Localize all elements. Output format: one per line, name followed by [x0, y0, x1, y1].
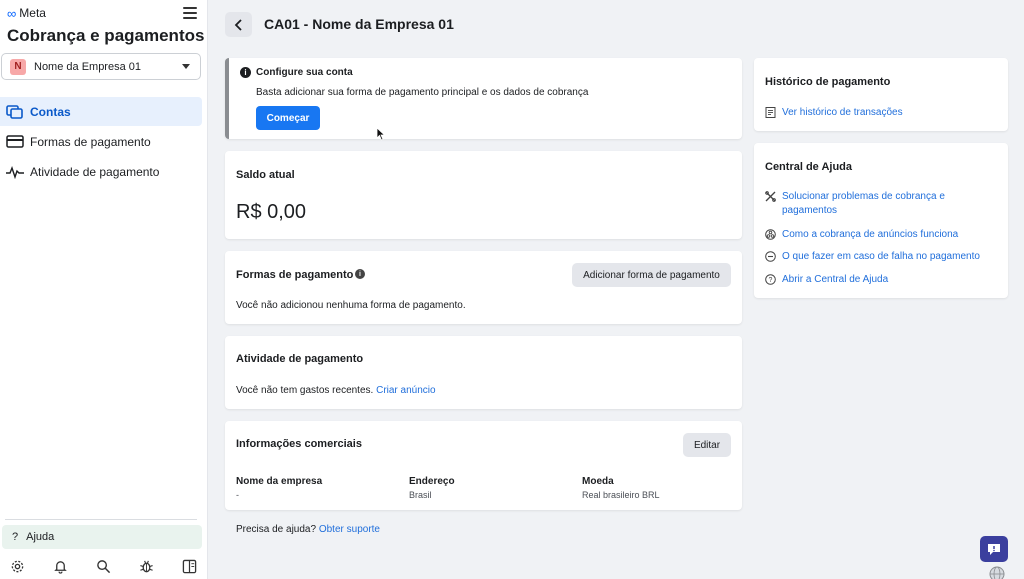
- balance-amount: R$ 0,00: [236, 201, 307, 223]
- activity-empty-text: Você não tem gastos recentes.: [236, 385, 374, 396]
- bug-icon[interactable]: [137, 557, 155, 575]
- add-payment-method-button[interactable]: Adicionar forma de pagamento: [572, 263, 731, 287]
- sidebar-item-label: Formas de pagamento: [30, 134, 151, 149]
- credit-card-icon: [6, 135, 24, 149]
- sidebar-item-formas-de-pagamento[interactable]: Formas de pagamento: [0, 127, 202, 156]
- tools-icon: [765, 191, 776, 202]
- link-label: Abrir a Central de Ajuda: [782, 274, 889, 285]
- balance-title: Saldo atual: [236, 169, 295, 181]
- gear-icon[interactable]: [8, 557, 26, 575]
- sidebar-item-label: Atividade de pagamento: [30, 164, 160, 179]
- sidebar-bottom-icons: [8, 557, 198, 575]
- svg-text:?: ?: [769, 277, 773, 284]
- help-link-troubleshoot[interactable]: Solucionar problemas de cobrança e pagam…: [765, 190, 965, 218]
- activity-empty-row: Você não tem gastos recentes. Criar anún…: [236, 385, 436, 396]
- sidebar-top-row: ∞ Meta: [7, 5, 197, 21]
- payment-activity-card: Atividade de pagamento Você não tem gast…: [225, 336, 742, 409]
- meta-brand-text: Meta: [19, 6, 46, 20]
- payment-methods-title: Formas de pagamento: [236, 269, 354, 281]
- edit-button[interactable]: Editar: [683, 433, 731, 457]
- payment-methods-empty: Você não adicionou nenhuma forma de paga…: [236, 300, 466, 311]
- setup-title: Configure sua conta: [256, 67, 353, 78]
- network-icon: [765, 229, 776, 240]
- help-button[interactable]: ? Ajuda: [2, 525, 202, 549]
- get-support-link[interactable]: Obter suporte: [319, 524, 380, 535]
- link-label: O que fazer em caso de falha no pagament…: [782, 251, 980, 262]
- chevron-down-icon: [182, 64, 190, 69]
- setup-account-card: i Configure sua conta Basta adicionar su…: [225, 58, 742, 139]
- page-title: CA01 - Nome da Empresa 01: [264, 16, 454, 32]
- question-circle-icon: ?: [765, 274, 776, 285]
- info-icon: i: [240, 67, 251, 78]
- panel-toggle-icon[interactable]: [180, 557, 198, 575]
- help-label: Ajuda: [26, 531, 55, 543]
- support-row: Precisa de ajuda? Obter suporte: [236, 524, 380, 535]
- menu-icon[interactable]: [183, 7, 197, 19]
- meta-logo[interactable]: ∞ Meta: [7, 6, 46, 21]
- chat-icon[interactable]: [980, 536, 1008, 562]
- transaction-history-link[interactable]: Ver histórico de transações: [765, 106, 903, 120]
- help-link-open-help-center[interactable]: ? Abrir a Central de Ajuda: [765, 273, 888, 287]
- company-avatar: N: [10, 58, 26, 75]
- payment-methods-card: Formas de pagamento i Adicionar forma de…: [225, 251, 742, 324]
- sidebar-item-label: Contas: [30, 104, 71, 119]
- activity-title: Atividade de pagamento: [236, 353, 364, 365]
- sidebar: ∞ Meta Cobrança e pagamentos N Nome da E…: [0, 0, 208, 579]
- mouse-cursor-icon: [376, 127, 386, 141]
- support-question: Precisa de ajuda?: [236, 524, 317, 535]
- column-label: Nome da empresa: [236, 476, 323, 487]
- app-title: Cobrança e pagamentos: [7, 26, 205, 45]
- company-selector[interactable]: N Nome da Empresa 01: [1, 53, 201, 80]
- search-icon[interactable]: [94, 557, 112, 575]
- minus-circle-icon: [765, 251, 776, 262]
- business-info-card: Informações comerciais Editar Nome da em…: [225, 421, 742, 510]
- help-link-payment-failure[interactable]: O que fazer em caso de falha no pagament…: [765, 250, 980, 264]
- business-info-title: Informações comerciais: [236, 438, 362, 450]
- balance-card: Saldo atual R$ 0,00: [225, 151, 742, 239]
- link-label: Ver histórico de transações: [782, 107, 903, 118]
- sidebar-item-contas[interactable]: Contas: [0, 97, 202, 126]
- back-button[interactable]: [225, 12, 252, 37]
- create-ad-link[interactable]: Criar anúncio: [376, 385, 435, 396]
- sidebar-nav: Contas Formas de pagamento Atividade de …: [0, 97, 202, 187]
- setup-description: Basta adicionar sua forma de pagamento p…: [256, 87, 589, 98]
- receipt-icon: [765, 107, 776, 118]
- help-center-card: Central de Ajuda Solucionar problemas de…: [754, 143, 1008, 298]
- start-button[interactable]: Começar: [256, 106, 320, 130]
- column-label: Moeda: [582, 476, 614, 487]
- column-label: Endereço: [409, 476, 455, 487]
- question-icon: ?: [12, 531, 19, 543]
- history-title: Histórico de pagamento: [765, 76, 891, 88]
- bell-icon[interactable]: [51, 557, 69, 575]
- link-label: Como a cobrança de anúncios funciona: [782, 229, 959, 240]
- help-center-title: Central de Ajuda: [765, 161, 852, 173]
- column-value: Brasil: [409, 490, 432, 500]
- activity-pulse-icon: [6, 165, 24, 179]
- help-link-how-billing-works[interactable]: Como a cobrança de anúncios funciona: [765, 228, 958, 242]
- info-icon[interactable]: i: [355, 269, 365, 279]
- chevron-left-icon: [234, 18, 242, 31]
- column-value: -: [236, 490, 239, 500]
- globe-icon[interactable]: [988, 566, 1006, 579]
- payment-history-card: Histórico de pagamento Ver histórico de …: [754, 58, 1008, 131]
- company-name: Nome da Empresa 01: [34, 60, 141, 73]
- column-value: Real brasileiro BRL: [582, 490, 660, 500]
- sidebar-item-atividade-de-pagamento[interactable]: Atividade de pagamento: [0, 157, 202, 186]
- meta-infinity-icon: ∞: [7, 5, 17, 21]
- accounts-icon: [6, 104, 24, 119]
- link-label: Solucionar problemas de cobrança e pagam…: [782, 191, 945, 216]
- sidebar-divider: [5, 519, 197, 520]
